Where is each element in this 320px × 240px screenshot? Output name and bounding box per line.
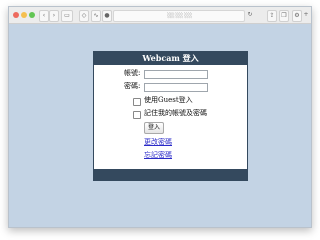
shield-icon[interactable]: ◇ <box>79 10 89 22</box>
close-window-button[interactable] <box>13 12 19 18</box>
plus-icon[interactable]: + <box>303 10 309 20</box>
tabs-icon[interactable]: ❐ <box>279 10 289 22</box>
password-input[interactable] <box>144 83 208 92</box>
forward-icon[interactable]: › <box>49 10 59 22</box>
browser-window: ‹ › ▭ ◇ ∿ ● ░░ ░░ ░░ ↻ ⇪ ❐ ⚙ + Webcam 登入… <box>8 6 312 228</box>
reload-icon[interactable]: ↻ <box>247 10 253 20</box>
password-label: 密碼: <box>124 82 141 90</box>
account-label: 帳號: <box>124 69 141 77</box>
sidebar-icon[interactable]: ▭ <box>61 10 73 22</box>
panel-footer <box>94 169 247 180</box>
back-icon[interactable]: ‹ <box>39 10 49 22</box>
zoom-window-button[interactable] <box>29 12 35 18</box>
panel-title: Webcam 登入 <box>94 52 247 65</box>
login-button[interactable]: 登入 <box>144 122 165 134</box>
remember-checkbox[interactable] <box>133 111 141 119</box>
guest-checkbox[interactable] <box>133 98 141 106</box>
forgot-password-link[interactable]: 忘記密碼 <box>144 151 172 160</box>
minimize-window-button[interactable] <box>21 12 27 18</box>
address-bar[interactable]: ░░ ░░ ░░ <box>113 10 245 22</box>
browser-toolbar: ‹ › ▭ ◇ ∿ ● ░░ ░░ ░░ ↻ ⇪ ❐ ⚙ + <box>9 7 311 24</box>
gear-icon[interactable]: ⚙ <box>292 10 302 22</box>
account-input[interactable] <box>144 70 208 79</box>
guest-label: 使用Guest登入 <box>144 96 193 104</box>
share-icon[interactable]: ⇪ <box>267 10 277 22</box>
extension-icon[interactable]: ∿ <box>91 10 101 22</box>
login-panel: Webcam 登入 帳號: 密碼: 使用Guest登入 記住我的帳號及密碼 登入… <box>93 51 248 181</box>
remember-label: 記住我的帳號及密碼 <box>144 109 207 117</box>
change-password-link[interactable]: 更改密碼 <box>144 138 172 147</box>
info-icon[interactable]: ● <box>102 10 112 22</box>
